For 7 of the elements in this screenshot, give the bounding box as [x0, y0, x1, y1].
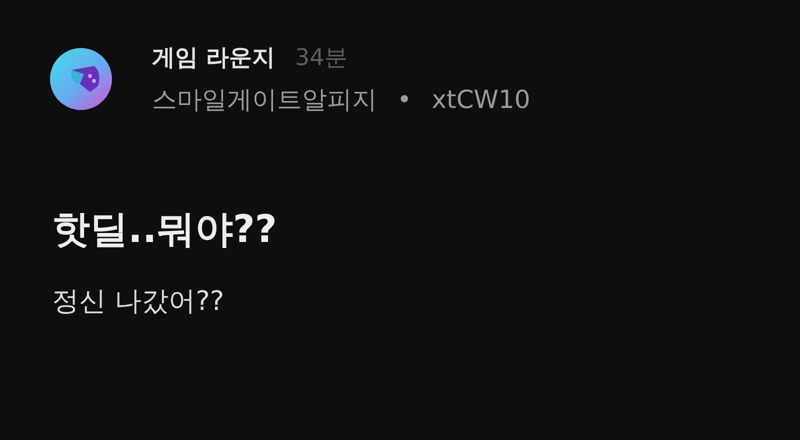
separator-dot: • [397, 85, 412, 114]
post-title: 핫딜..뭐야?? [52, 206, 278, 253]
post-time: 34분 [295, 44, 348, 73]
community-name[interactable]: 게임 라운지 [152, 42, 276, 73]
board-name: 스마일게이트알피지 [152, 84, 377, 116]
post-body: 정신 나갔어?? [52, 285, 226, 319]
author-name: xtCW10 [432, 85, 530, 114]
